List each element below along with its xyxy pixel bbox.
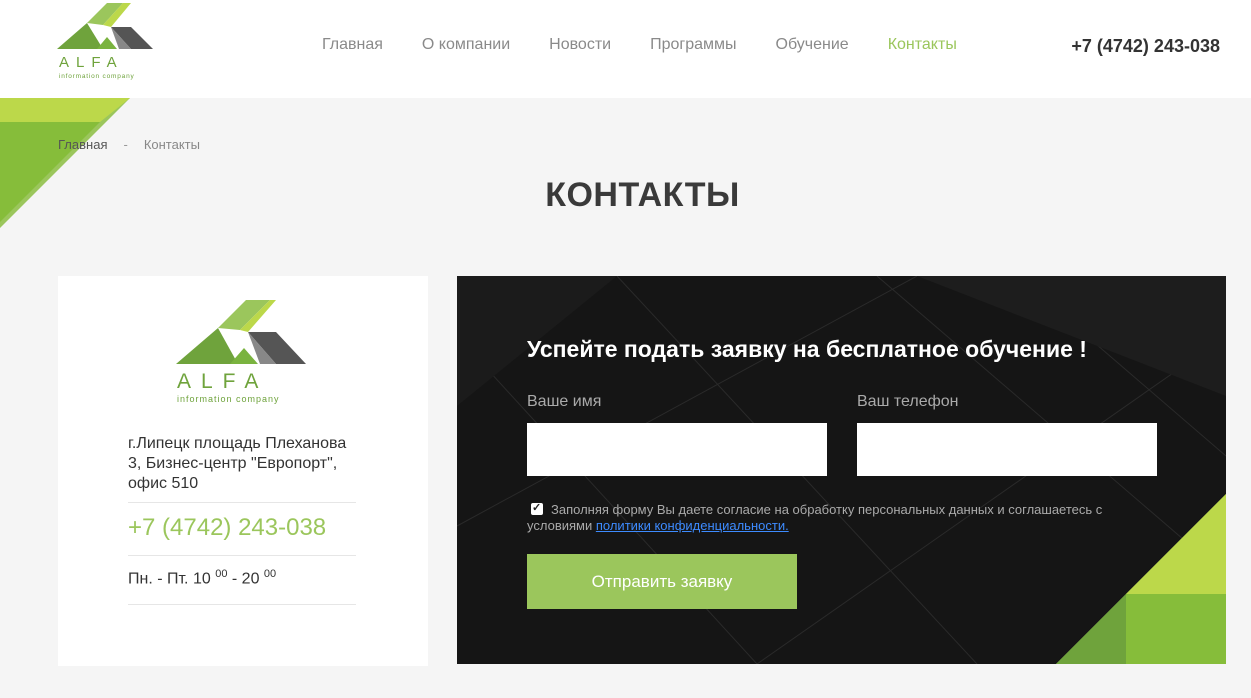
nav-item-contacts[interactable]: Контакты [888,36,957,54]
hours-dash: - 20 [227,570,260,588]
phone-input[interactable] [857,423,1157,476]
phone-label: Ваш телефон [857,393,959,410]
site-header: ALFA information company Главная О компа… [0,0,1251,98]
breadcrumb: Главная - Контакты [58,137,200,152]
nav-item-home[interactable]: Главная [322,36,383,54]
header-phone[interactable]: +7 (4742) 243-038 [1071,36,1220,57]
divider [128,604,356,605]
svg-text:information company: information company [177,394,280,404]
alfa-logo-large: ALFA information company [176,300,306,404]
breadcrumb-home[interactable]: Главная [58,137,107,152]
nav-item-programs[interactable]: Программы [650,36,736,54]
name-label: Ваше имя [527,393,602,410]
application-form: Успейте подать заявку на бесплатное обуч… [457,276,1226,664]
main-nav: Главная О компании Новости Программы Обу… [322,36,996,54]
nav-item-about[interactable]: О компании [422,36,510,54]
consent-checkbox[interactable] [531,500,543,516]
contact-card: ALFA information company г.Липецк площад… [58,276,428,666]
submit-button[interactable]: Отправить заявку [527,554,797,609]
working-hours: Пн. - Пт. 10 00 - 20 00 [128,568,276,588]
divider [128,502,356,503]
hours-to-minutes: 00 [263,568,277,580]
alfa-logo[interactable]: ALFA information company [57,3,157,81]
svg-text:information company: information company [59,73,135,80]
svg-text:ALFA: ALFA [59,54,124,71]
hours-from-minutes: 00 [215,568,228,580]
consent-block: Заполняя форму Вы даете согласие на обра… [527,500,1147,534]
breadcrumb-current: Контакты [143,137,200,152]
nav-item-news[interactable]: Новости [549,36,611,54]
breadcrumb-separator: - [123,137,128,152]
hours-prefix: Пн. - Пт. 10 [128,570,211,588]
office-address: г.Липецк площадь Плеханова 3, Бизнес-цен… [128,435,347,492]
svg-text:ALFA: ALFA [177,370,268,393]
privacy-policy-link[interactable]: политики конфиденциальности. [596,518,789,533]
page-title: КОНТАКТЫ [545,176,740,214]
contact-phone[interactable]: +7 (4742) 243-038 [128,514,326,542]
name-input[interactable] [527,423,827,476]
form-decorative-corner [1056,494,1226,664]
form-title: Успейте подать заявку на бесплатное обуч… [527,336,1087,362]
nav-item-training[interactable]: Обучение [776,36,849,54]
divider [128,555,356,556]
